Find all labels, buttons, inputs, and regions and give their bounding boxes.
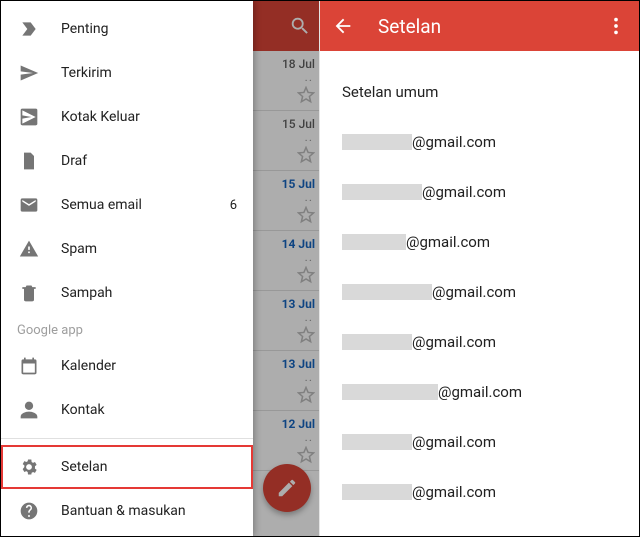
redacted-text xyxy=(342,284,432,300)
nav-drawer: Penting Terkirim Kotak Keluar Draf Semua ema… xyxy=(1,1,253,536)
more-icon[interactable] xyxy=(605,15,627,37)
redacted-text xyxy=(342,234,406,250)
drawer-item-label: Draf xyxy=(61,153,87,169)
drawer-item-label: Sampah xyxy=(61,285,112,301)
settings-account-row[interactable]: @gmail.com xyxy=(320,117,639,167)
drawer-item-label: Kalender xyxy=(61,358,116,374)
settings-account-row[interactable]: @gmail.com xyxy=(320,467,639,517)
divider xyxy=(1,438,253,439)
settings-title: Setelan xyxy=(378,15,441,38)
settings-add-account[interactable]: Tambahkan akun xyxy=(320,517,639,537)
redacted-text xyxy=(342,334,412,350)
spam-icon xyxy=(17,237,41,261)
drawer-footer-item-settings[interactable]: Setelan xyxy=(1,445,253,489)
account-domain: @gmail.com xyxy=(406,233,490,251)
redacted-text xyxy=(342,134,412,150)
trash-icon xyxy=(17,281,41,305)
redacted-text xyxy=(342,384,438,400)
redacted-text xyxy=(342,434,412,450)
drawer-item-label: Bantuan & masukan xyxy=(61,503,186,519)
account-domain: @gmail.com xyxy=(432,283,516,301)
settings-icon xyxy=(17,455,41,479)
drawer-google-item-contacts[interactable]: Kontak xyxy=(1,388,253,432)
drawer-scrim[interactable] xyxy=(253,1,321,536)
settings-account-row[interactable]: @gmail.com xyxy=(320,167,639,217)
drawer-item-label: Spam xyxy=(61,241,97,257)
drawer-item-important[interactable]: Penting xyxy=(1,7,253,51)
settings-account-row[interactable]: @gmail.com xyxy=(320,417,639,467)
drawer-item-allmail[interactable]: Semua email 6 xyxy=(1,183,253,227)
drawer-item-label: Semua email xyxy=(61,197,142,213)
account-domain: @gmail.com xyxy=(412,333,496,351)
settings-panel: Setelan Setelan umum @gmail.com @gmail.co… xyxy=(319,1,639,536)
help-icon xyxy=(17,499,41,523)
account-domain: @gmail.com xyxy=(412,433,496,451)
account-domain: @gmail.com xyxy=(438,383,522,401)
redacted-text xyxy=(342,184,422,200)
account-domain: @gmail.com xyxy=(422,183,506,201)
drawer-item-label: Kontak xyxy=(61,402,105,418)
settings-account-row[interactable]: @gmail.com xyxy=(320,317,639,367)
drawer-item-spam[interactable]: Spam xyxy=(1,227,253,271)
drawer-item-trash[interactable]: Sampah xyxy=(1,271,253,315)
drawer-item-label: Kotak Keluar xyxy=(61,109,140,125)
settings-account-row[interactable]: @gmail.com xyxy=(320,267,639,317)
drawer-google-item-calendar[interactable]: Kalender xyxy=(1,344,253,388)
drawer-item-sent[interactable]: Terkirim xyxy=(1,51,253,95)
back-icon[interactable] xyxy=(332,15,354,37)
drawer-item-draft[interactable]: Draf xyxy=(1,139,253,183)
drawer-item-label: Penting xyxy=(61,21,108,37)
redacted-text xyxy=(342,484,412,500)
sent-icon xyxy=(17,61,41,85)
contacts-icon xyxy=(17,398,41,422)
account-domain: @gmail.com xyxy=(412,483,496,501)
settings-account-row[interactable]: @gmail.com xyxy=(320,217,639,267)
draft-icon xyxy=(17,149,41,173)
calendar-icon xyxy=(17,354,41,378)
drawer-item-label: Setelan xyxy=(61,459,108,475)
settings-general[interactable]: Setelan umum xyxy=(320,67,639,117)
settings-appbar: Setelan xyxy=(320,1,639,51)
account-domain: @gmail.com xyxy=(412,133,496,151)
drawer-item-label: Terkirim xyxy=(61,65,112,81)
drawer-item-badge: 6 xyxy=(230,198,237,213)
allmail-icon xyxy=(17,193,41,217)
outbox-icon xyxy=(17,105,41,129)
drawer-item-outbox[interactable]: Kotak Keluar xyxy=(1,95,253,139)
drawer-section-google: Google app xyxy=(1,315,253,344)
important-icon xyxy=(17,17,41,41)
settings-account-row[interactable]: @gmail.com xyxy=(320,367,639,417)
drawer-footer-item-help[interactable]: Bantuan & masukan xyxy=(1,489,253,533)
